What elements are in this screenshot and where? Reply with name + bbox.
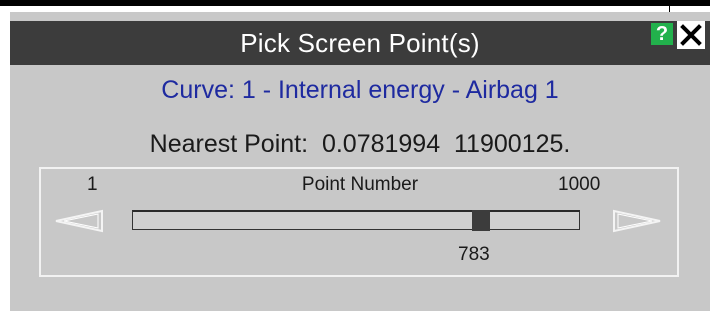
left-arrow-icon[interactable] <box>54 209 104 233</box>
nearest-point-readout: Nearest Point: 0.0781994 11900125. <box>149 130 571 158</box>
slider-title: Point Number <box>301 174 419 195</box>
help-button[interactable]: ? <box>651 23 673 45</box>
top-border-line <box>0 0 710 6</box>
pick-screen-points-dialog: Pick Screen Point(s) ? Curve: 1 - Intern… <box>10 12 710 311</box>
question-icon: ? <box>655 23 669 45</box>
slider-thumb[interactable] <box>472 210 490 231</box>
close-icon <box>680 24 702 46</box>
curve-label: Curve: 1 - Internal energy - Airbag 1 <box>161 76 559 104</box>
right-arrow-icon[interactable] <box>612 209 662 233</box>
slider-track[interactable] <box>132 210 580 230</box>
dialog-titlebar: Pick Screen Point(s) <box>10 21 710 65</box>
slider-current-value: 783 <box>458 244 490 265</box>
slider-max-label: 1000 <box>558 174 601 195</box>
dialog-title: Pick Screen Point(s) <box>240 27 480 58</box>
close-button[interactable] <box>677 21 705 49</box>
